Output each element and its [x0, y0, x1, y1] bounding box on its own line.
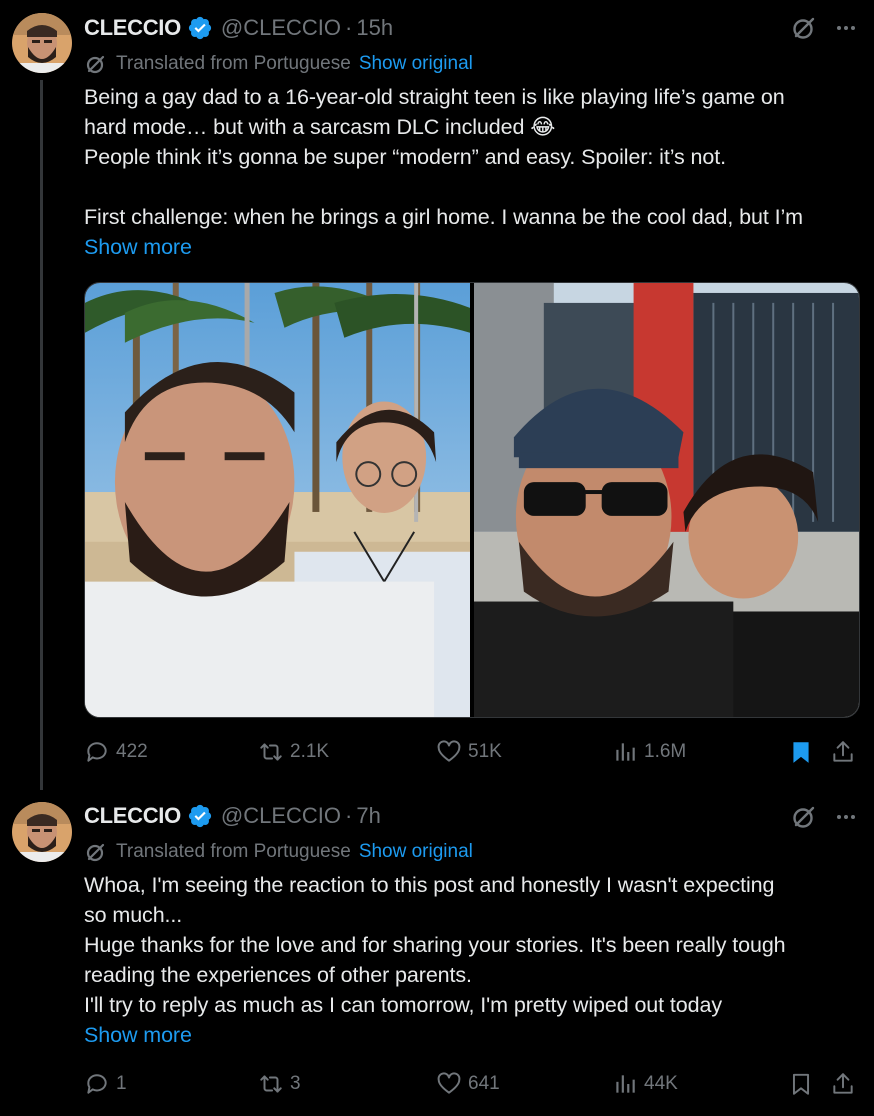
tweet-actions-bar: 1 3 641 44K [84, 1066, 860, 1102]
views-count: 1.6M [644, 741, 687, 762]
reply-button[interactable]: 422 [84, 739, 148, 765]
verified-badge-icon[interactable] [187, 15, 213, 41]
like-count: 641 [468, 1073, 500, 1094]
repost-button[interactable]: 2.1K [258, 739, 329, 765]
show-more-link[interactable]: Show more [84, 232, 864, 262]
heart-icon [436, 1071, 462, 1097]
more-options-icon[interactable] [834, 805, 858, 829]
tweet-text-line: First challenge: when he brings a girl h… [84, 205, 803, 229]
avatar[interactable] [12, 802, 72, 862]
tweet-1[interactable]: CLECCIO @CLECCIO · 15h Translated from P… [0, 0, 874, 790]
grok-icon[interactable] [790, 14, 818, 42]
tweet-text-line: I'll try to reply as much as I can tomor… [84, 993, 723, 1017]
heart-icon [436, 739, 462, 765]
translation-notice: Translated from Portuguese Show original [84, 838, 473, 866]
views-button[interactable]: 1.6M [612, 739, 686, 765]
grok-translate-icon [84, 52, 108, 76]
grok-translate-icon [84, 840, 108, 864]
tweet-text-line: Huge thanks for the love and for sharing… [84, 933, 786, 957]
tweet-text-line: so much... [84, 903, 183, 927]
media-grid [84, 282, 860, 718]
share-icon [830, 1071, 856, 1097]
repost-icon [258, 1071, 284, 1097]
like-button[interactable]: 641 [436, 1071, 500, 1097]
views-chart-icon [612, 739, 638, 765]
verified-badge-icon[interactable] [187, 803, 213, 829]
thread-connector-line [40, 80, 43, 790]
tweet-top-actions [790, 14, 858, 42]
avatar[interactable] [12, 13, 72, 73]
author-handle[interactable]: @CLECCIO [221, 803, 341, 829]
tweet-timestamp[interactable]: 15h [356, 15, 393, 41]
more-options-icon[interactable] [834, 16, 858, 40]
author-handle[interactable]: @CLECCIO [221, 15, 341, 41]
share-button[interactable] [830, 1071, 862, 1097]
reply-icon [84, 1071, 110, 1097]
translated-label: Translated from Portuguese [116, 841, 351, 862]
grok-icon[interactable] [790, 803, 818, 831]
bookmark-icon [788, 1071, 814, 1097]
separator-dot: · [345, 15, 353, 40]
tweet-text: Being a gay dad to a 16-year-old straigh… [84, 82, 864, 262]
tweet-text-line: reading the experiences of other parents… [84, 963, 472, 987]
tweet-text-line: Being a gay dad to a 16-year-old straigh… [84, 85, 785, 109]
show-original-link[interactable]: Show original [359, 841, 473, 863]
bookmark-button[interactable] [788, 739, 820, 765]
separator-dot: · [345, 803, 353, 828]
tweet-text-line: People think it’s gonna be super “modern… [84, 145, 726, 169]
tweet-text-line: Whoa, I'm seeing the reaction to this po… [84, 873, 775, 897]
tweet-text-line: hard mode… but with a sarcasm DLC includ… [84, 115, 556, 139]
like-button[interactable]: 51K [436, 739, 502, 765]
tweet-header: CLECCIO @CLECCIO · 7h [84, 801, 381, 831]
share-button[interactable] [830, 739, 862, 765]
tweet-top-actions [790, 803, 858, 831]
views-button[interactable]: 44K [612, 1071, 678, 1097]
author-name[interactable]: CLECCIO [84, 15, 181, 41]
reply-button[interactable]: 1 [84, 1071, 127, 1097]
bookmark-button[interactable] [788, 1071, 820, 1097]
repost-count: 3 [290, 1073, 301, 1094]
like-count: 51K [468, 741, 502, 762]
repost-icon [258, 739, 284, 765]
reply-icon [84, 739, 110, 765]
bookmark-filled-icon [788, 739, 814, 765]
translated-label: Translated from Portuguese [116, 53, 351, 74]
views-count: 44K [644, 1073, 678, 1094]
reply-count: 1 [116, 1073, 127, 1094]
reply-count: 422 [116, 741, 148, 762]
share-icon [830, 739, 856, 765]
repost-count: 2.1K [290, 741, 330, 762]
photo-beach-selfie[interactable] [85, 283, 470, 717]
repost-button[interactable]: 3 [258, 1071, 301, 1097]
author-name[interactable]: CLECCIO [84, 803, 181, 829]
tweet-timestamp[interactable]: 7h [356, 803, 380, 829]
show-more-link[interactable]: Show more [84, 1020, 864, 1050]
tweet-text: Whoa, I'm seeing the reaction to this po… [84, 870, 864, 1050]
photo-city-selfie[interactable] [474, 283, 859, 717]
tweet-header: CLECCIO @CLECCIO · 15h [84, 13, 393, 43]
show-original-link[interactable]: Show original [359, 53, 473, 75]
tweet-text-line [84, 172, 864, 202]
translation-notice: Translated from Portuguese Show original [84, 50, 473, 78]
tweet-actions-bar: 422 2.1K 51K 1.6M [84, 734, 860, 770]
views-chart-icon [612, 1071, 638, 1097]
tweet-2[interactable]: CLECCIO @CLECCIO · 7h Translated from Po… [0, 790, 874, 1116]
